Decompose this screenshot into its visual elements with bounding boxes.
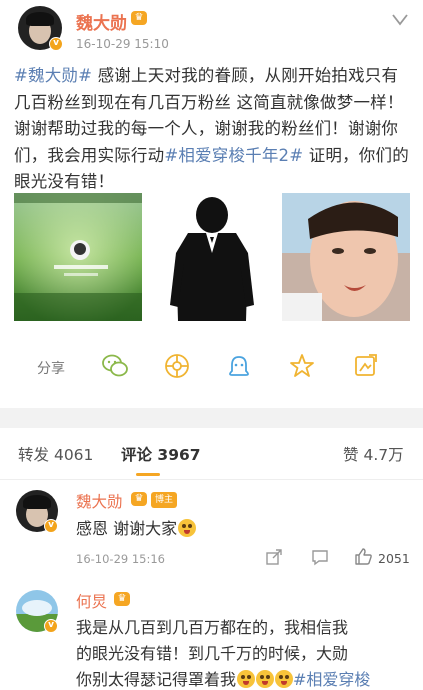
comment-item: v 何炅 ♛ 我是从几百到几百万都在的，我相信我 的眼光没有错！到几千万的时候，… bbox=[0, 586, 423, 690]
verified-badge-icon: v bbox=[44, 619, 58, 633]
share-comment-icon[interactable] bbox=[265, 548, 283, 566]
tab-repost[interactable]: 转发 4061 bbox=[18, 443, 93, 465]
comment-line: 你别太得瑟记得罩着我 #相爱穿梭 bbox=[76, 667, 416, 690]
comment-count: 3967 bbox=[157, 446, 201, 464]
thumbs-up-icon[interactable] bbox=[354, 547, 373, 566]
comment-time: 16-10-29 15:16 bbox=[76, 552, 165, 566]
green-screenshot-image[interactable] bbox=[14, 193, 142, 321]
chevron-down-icon[interactable] bbox=[392, 14, 408, 26]
comment-label: 评论 bbox=[121, 446, 153, 464]
verified-badge-icon: v bbox=[49, 37, 63, 51]
commenter-name[interactable]: 何炅 bbox=[76, 590, 107, 612]
wechat-icon[interactable] bbox=[100, 351, 130, 381]
crown-icon: ♛ bbox=[114, 592, 130, 606]
post-text: #魏大勋# 感谢上天对我的眷顾，从刚开始拍戏只有几百粉丝到现在有几百万粉丝 这简… bbox=[14, 63, 414, 196]
comment-like-count: 2051 bbox=[378, 551, 410, 566]
tongue-emoji-icon bbox=[275, 670, 294, 688]
weibo-icon[interactable] bbox=[224, 351, 254, 381]
qq-icon[interactable] bbox=[287, 351, 317, 381]
comment-text: 感恩 谢谢大家 bbox=[76, 516, 197, 542]
comment-line: 的眼光没有错！到几千万的时候，大勋 bbox=[76, 644, 349, 663]
comment-text: 我是从几百到几百万都在的，我相信我 的眼光没有错！到几千万的时候，大勋 你别太得… bbox=[76, 615, 416, 690]
repost-count: 4061 bbox=[53, 446, 94, 464]
selfie-photo-image[interactable] bbox=[282, 193, 410, 321]
hashtag-xiangai[interactable]: #相爱穿梭 bbox=[293, 670, 370, 689]
commenter-name[interactable]: 魏大勋 bbox=[76, 490, 123, 512]
hashtag-xiangai[interactable]: #相爱穿梭千年2# bbox=[164, 146, 303, 165]
tab-comments[interactable]: 评论 3967 bbox=[121, 443, 201, 465]
like-count: 4.7万 bbox=[363, 446, 404, 464]
like-label: 赞 bbox=[343, 446, 359, 464]
share-bar: 分享 bbox=[0, 345, 423, 387]
tongue-emoji-icon bbox=[256, 670, 275, 688]
comment-line: 我是从几百到几百万都在的，我相信我 bbox=[76, 618, 349, 637]
author-badge: 博主 bbox=[151, 492, 178, 508]
verified-badge-icon: v bbox=[44, 519, 58, 533]
comment-line-text: 你别太得瑟记得罩着我 bbox=[76, 670, 237, 689]
reply-icon[interactable] bbox=[311, 548, 329, 566]
active-tab-indicator bbox=[136, 473, 160, 476]
interaction-tabs: 转发 4061 评论 3967 赞 4.7万 bbox=[0, 428, 423, 480]
comment-item: v 魏大勋 ♛ 博主 感恩 谢谢大家 16-10-29 15:16 2051 bbox=[0, 484, 423, 574]
tab-likes[interactable]: 赞 4.7万 bbox=[343, 443, 404, 465]
author-name[interactable]: 魏大勋 bbox=[76, 9, 127, 34]
post-timestamp: 16-10-29 15:10 bbox=[76, 37, 169, 51]
share-label: 分享 bbox=[37, 361, 65, 377]
hashtag-weidaxun[interactable]: #魏大勋# bbox=[14, 66, 92, 85]
post-header: v 魏大勋 ♛ 16-10-29 15:10 bbox=[0, 0, 423, 60]
crown-icon: ♛ bbox=[131, 492, 147, 506]
surprised-emoji-icon bbox=[178, 519, 197, 537]
suit-silhouette-image[interactable] bbox=[148, 193, 276, 321]
moments-icon[interactable] bbox=[162, 351, 192, 381]
crown-icon: ♛ bbox=[131, 11, 147, 25]
post-images bbox=[14, 193, 410, 321]
tongue-emoji-icon bbox=[237, 670, 256, 688]
section-divider bbox=[0, 408, 423, 428]
bookmark-icon[interactable] bbox=[350, 351, 380, 381]
comment-text-body: 感恩 谢谢大家 bbox=[76, 519, 178, 538]
repost-label: 转发 bbox=[18, 446, 50, 464]
